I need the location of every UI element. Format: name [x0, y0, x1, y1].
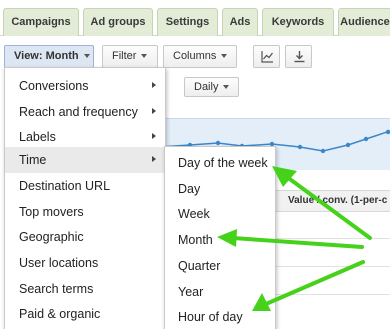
- chevron-down-icon: [223, 85, 230, 90]
- view-dropdown-menu: Conversions Reach and frequency Labels T…: [4, 67, 166, 329]
- view-button-label: View: Month: [14, 50, 79, 62]
- submenu-arrow-icon: [152, 156, 156, 162]
- menu-item-reach-and-frequency[interactable]: Reach and frequency: [5, 99, 165, 125]
- chevron-down-icon: [221, 54, 228, 59]
- tab-audiences[interactable]: Audiences: [338, 8, 390, 36]
- submenu-arrow-icon: [152, 108, 156, 114]
- menu-item-label: Top movers: [19, 205, 84, 219]
- menu-item-user-locations[interactable]: User locations: [5, 250, 165, 276]
- submenu-arrow-icon: [152, 133, 156, 139]
- chevron-down-icon: [83, 54, 90, 59]
- columns-button[interactable]: Columns: [163, 45, 237, 68]
- campaign-tab-bar: Campaigns Ad groups Settings Ads Keyword…: [0, 0, 390, 36]
- segment-daily-dropdown[interactable]: Daily: [184, 77, 239, 97]
- menu-item-label: Conversions: [19, 79, 89, 93]
- menu-item-label: Search terms: [19, 282, 94, 296]
- download-button[interactable]: [285, 45, 312, 68]
- menu-item-label: User locations: [19, 256, 99, 270]
- chart-point: [215, 140, 221, 146]
- submenu-item-day[interactable]: Day: [165, 176, 275, 202]
- chart-point: [345, 142, 351, 148]
- tab-campaigns[interactable]: Campaigns: [3, 8, 79, 36]
- adwords-view-menu-screen: Campaigns Ad groups Settings Ads Keyword…: [0, 0, 390, 329]
- chart-point: [363, 136, 369, 142]
- chart-point: [385, 129, 390, 135]
- menu-item-search-terms[interactable]: Search terms: [5, 276, 165, 302]
- menu-item-paid-and-organic[interactable]: Paid & organic: [5, 301, 165, 327]
- columns-button-label: Columns: [173, 50, 217, 62]
- chart-point: [297, 144, 303, 150]
- submenu-item-year[interactable]: Year: [165, 279, 275, 305]
- menu-item-label: Reach and frequency: [19, 105, 138, 119]
- submenu-item-month[interactable]: Month: [165, 227, 275, 253]
- menu-item-label: Paid & organic: [19, 307, 101, 321]
- menu-item-time[interactable]: Time: [5, 147, 165, 173]
- submenu-item-hour-of-day[interactable]: Hour of day: [165, 304, 275, 329]
- tab-ads[interactable]: Ads: [222, 8, 258, 36]
- menu-item-geographic[interactable]: Geographic: [5, 224, 165, 250]
- tab-settings[interactable]: Settings: [157, 8, 218, 36]
- submenu-item-week[interactable]: Week: [165, 201, 275, 227]
- tab-keywords[interactable]: Keywords: [262, 8, 334, 36]
- submenu-arrow-icon: [152, 82, 156, 88]
- chart-toggle-button[interactable]: [253, 45, 280, 68]
- tab-ad-groups[interactable]: Ad groups: [83, 8, 153, 36]
- menu-item-label: Time: [19, 153, 47, 167]
- value-per-conversion-header[interactable]: Value / conv. (1-per-c: [288, 195, 387, 206]
- menu-item-top-movers[interactable]: Top movers: [5, 199, 165, 225]
- daily-label: Daily: [194, 81, 219, 93]
- menu-item-destination-url[interactable]: Destination URL: [5, 173, 165, 199]
- chevron-down-icon: [141, 54, 148, 59]
- filter-button[interactable]: Filter: [102, 45, 158, 68]
- submenu-item-day-of-week[interactable]: Day of the week: [165, 150, 275, 176]
- menu-item-label: Geographic: [19, 230, 84, 244]
- download-icon: [294, 51, 305, 63]
- menu-item-label: Labels: [19, 130, 56, 144]
- time-submenu: Day of the week Day Week Month Quarter Y…: [164, 146, 276, 329]
- line-chart-icon: [261, 51, 274, 63]
- filter-button-label: Filter: [112, 50, 137, 62]
- submenu-item-quarter[interactable]: Quarter: [165, 253, 275, 279]
- menu-item-conversions[interactable]: Conversions: [5, 73, 165, 99]
- view-segment-button[interactable]: View: Month: [4, 45, 94, 68]
- menu-item-label: Destination URL: [19, 179, 111, 193]
- chart-point: [320, 148, 326, 154]
